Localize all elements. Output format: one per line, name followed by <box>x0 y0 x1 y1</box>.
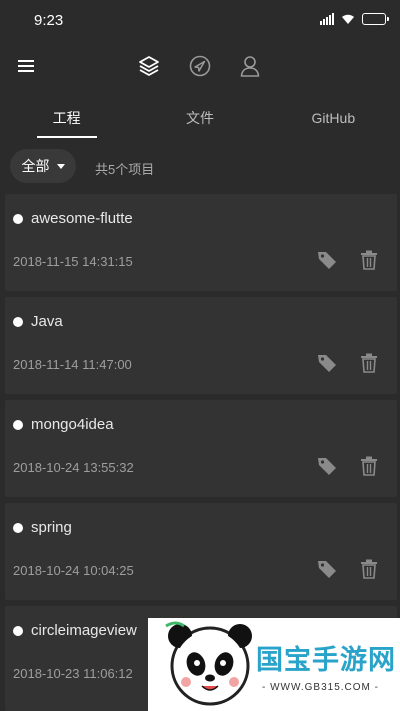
wifi-icon <box>342 14 354 24</box>
caret-down-icon <box>56 163 65 169</box>
trash-icon <box>361 456 377 476</box>
project-date: 2018-11-15 14:31:15 <box>13 254 133 269</box>
trash-icon <box>361 559 377 579</box>
tag-icon <box>318 252 336 269</box>
project-card[interactable]: mongo4idea 2018-10-24 13:55:32 <box>5 400 397 497</box>
menu-icon <box>18 60 34 72</box>
navigation-icon <box>189 55 211 77</box>
status-bar: 9:23 <box>0 0 400 44</box>
project-date: 2018-10-24 10:04:25 <box>13 563 134 578</box>
bullet-dot <box>13 523 23 533</box>
project-date: 2018-11-14 11:47:00 <box>13 357 132 372</box>
watermark-title: 国宝手游网 <box>256 645 396 675</box>
project-date: 2018-10-24 13:55:32 <box>13 460 134 475</box>
project-card[interactable]: awesome-flutte 2018-11-15 14:31:15 <box>5 194 397 291</box>
project-name: mongo4idea <box>31 416 114 433</box>
delete-button[interactable] <box>355 349 383 377</box>
tag-icon <box>318 458 336 475</box>
tag-button[interactable] <box>313 349 341 377</box>
tab-bar: 工程 文件 GitHub <box>0 96 400 140</box>
tag-icon <box>318 561 336 578</box>
watermark-logo: 国宝手游网 - WWW.GB315.COM - <box>148 618 400 711</box>
app-bar <box>0 44 400 90</box>
delete-button[interactable] <box>355 555 383 583</box>
user-icon <box>240 56 260 77</box>
filter-row: 全部 共5个项目 <box>0 146 400 188</box>
battery-icon <box>362 13 389 25</box>
signal-icon <box>320 13 334 25</box>
project-card[interactable]: spring 2018-10-24 10:04:25 <box>5 503 397 600</box>
layers-icon <box>139 56 159 76</box>
menu-button[interactable] <box>8 48 44 84</box>
tag-button[interactable] <box>313 555 341 583</box>
panda-logo-icon <box>165 621 252 706</box>
explore-nav-button[interactable] <box>182 48 218 84</box>
project-count: 共5个项目 <box>95 162 155 177</box>
tag-button[interactable] <box>313 246 341 274</box>
status-icons <box>320 13 389 25</box>
trash-icon <box>361 353 377 373</box>
profile-nav-button[interactable] <box>232 48 268 84</box>
project-name: awesome-flutte <box>31 210 133 227</box>
filter-label: 全部 <box>21 158 50 174</box>
tab-github[interactable]: GitHub <box>267 96 400 140</box>
status-time: 9:23 <box>34 12 64 29</box>
bullet-dot <box>13 420 23 430</box>
tab-files[interactable]: 文件 <box>133 96 266 140</box>
tab-projects[interactable]: 工程 <box>0 96 133 140</box>
bullet-dot <box>13 214 23 224</box>
trash-icon <box>361 250 377 270</box>
watermark-url: - WWW.GB315.COM - <box>262 682 379 693</box>
bullet-dot <box>13 317 23 327</box>
bullet-dot <box>13 626 23 636</box>
projects-nav-button[interactable] <box>131 48 167 84</box>
delete-button[interactable] <box>355 452 383 480</box>
project-card[interactable]: Java 2018-11-14 11:47:00 <box>5 297 397 394</box>
filter-dropdown[interactable]: 全部 <box>10 149 76 183</box>
project-name: Java <box>31 313 63 330</box>
project-name: spring <box>31 519 72 536</box>
tag-button[interactable] <box>313 452 341 480</box>
delete-button[interactable] <box>355 246 383 274</box>
project-date: 2018-10-23 11:06:12 <box>13 666 133 681</box>
project-name: circleimageview <box>31 622 137 639</box>
tag-icon <box>318 355 336 372</box>
